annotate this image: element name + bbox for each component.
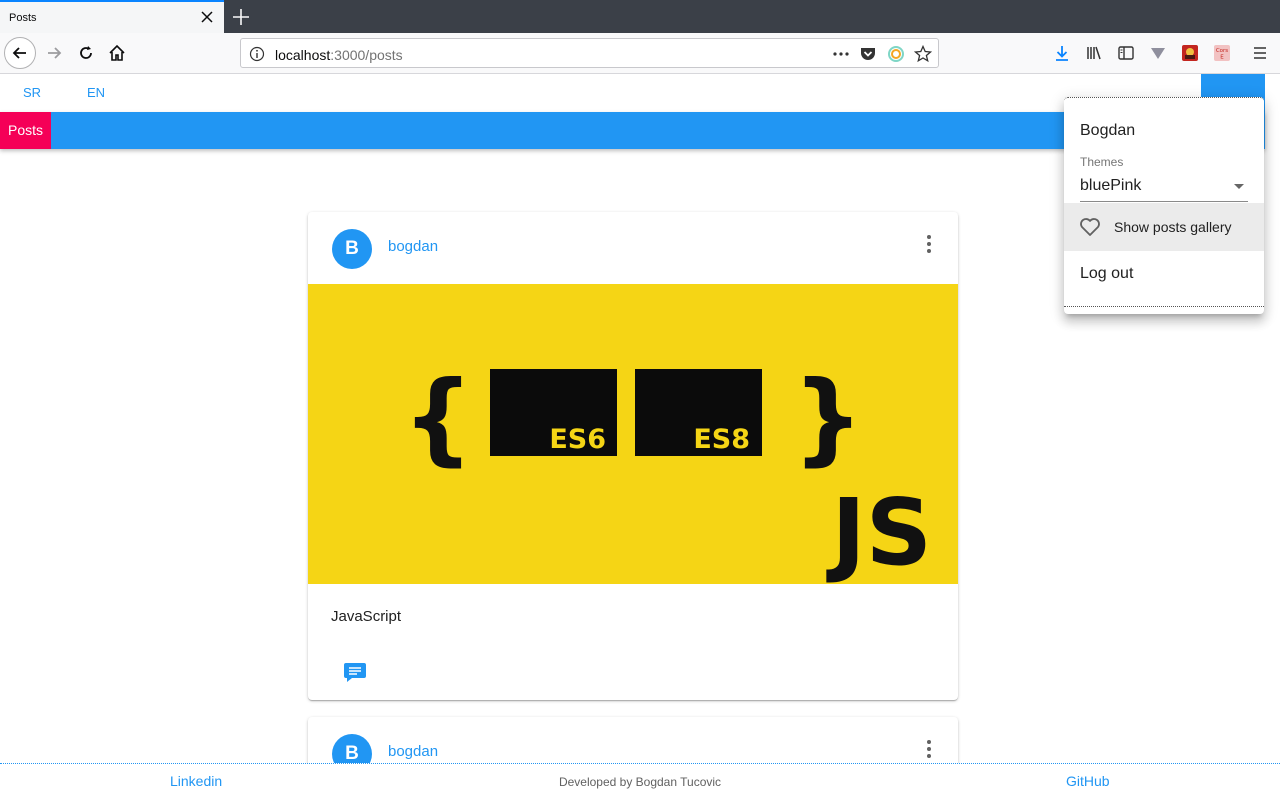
more-icon[interactable] bbox=[832, 45, 850, 63]
more-vert-icon bbox=[927, 740, 931, 758]
forward-button[interactable] bbox=[38, 37, 70, 69]
post-title: JavaScript bbox=[331, 608, 402, 625]
heart-icon bbox=[1079, 217, 1101, 237]
github-link[interactable]: GitHub bbox=[1066, 773, 1110, 789]
post-options-button[interactable] bbox=[918, 232, 940, 256]
extension-icon[interactable] bbox=[887, 45, 905, 63]
downloads-button[interactable] bbox=[1046, 37, 1078, 69]
svg-text:JS: JS bbox=[826, 479, 933, 584]
reload-button[interactable] bbox=[70, 37, 102, 69]
svg-text:ES6: ES6 bbox=[549, 424, 606, 455]
post-card: B bogdan { ES6 ES8 } JS JavaScript bbox=[308, 212, 958, 700]
plus-icon[interactable] bbox=[230, 6, 252, 28]
vpn-button[interactable] bbox=[1142, 37, 1174, 69]
extension-button[interactable] bbox=[1174, 37, 1206, 69]
menu-username: Bogdan bbox=[1080, 122, 1136, 139]
tab-title: Posts bbox=[9, 12, 37, 24]
sidebar-icon bbox=[1118, 46, 1134, 60]
more-vert-icon bbox=[927, 235, 931, 253]
home-button[interactable] bbox=[101, 37, 133, 69]
theme-select[interactable]: bluePink bbox=[1080, 171, 1248, 202]
tab-posts[interactable]: Posts bbox=[0, 112, 51, 149]
browser-tab-bar: Posts bbox=[0, 0, 1280, 33]
comments-button[interactable] bbox=[342, 660, 368, 684]
pocket-icon[interactable] bbox=[859, 45, 877, 63]
hamburger-icon bbox=[1254, 47, 1266, 59]
svg-text:ES8: ES8 bbox=[693, 424, 750, 455]
post-author[interactable]: bogdan bbox=[388, 743, 438, 760]
back-icon bbox=[12, 47, 26, 59]
language-sr-button[interactable]: SR bbox=[23, 85, 41, 100]
url-bar[interactable]: localhost:3000/posts bbox=[240, 38, 939, 68]
library-button[interactable] bbox=[1078, 37, 1110, 69]
theme-select-value: bluePink bbox=[1080, 177, 1142, 194]
comment-icon bbox=[344, 663, 366, 682]
browser-tab[interactable]: Posts bbox=[0, 0, 224, 33]
info-icon[interactable] bbox=[249, 46, 265, 62]
dropdown-arrow-icon bbox=[1234, 184, 1244, 189]
cors-button[interactable]: Cors E bbox=[1206, 37, 1238, 69]
star-icon[interactable] bbox=[913, 44, 933, 63]
language-en-button[interactable]: EN bbox=[87, 85, 105, 100]
library-icon bbox=[1087, 46, 1101, 60]
linkedin-link[interactable]: Linkedin bbox=[170, 773, 222, 789]
reload-icon bbox=[80, 46, 92, 59]
extension-icon bbox=[1182, 45, 1198, 61]
forward-icon bbox=[48, 47, 62, 59]
themes-label: Themes bbox=[1080, 155, 1124, 169]
menu-item-label: Show posts gallery bbox=[1114, 219, 1232, 235]
menu-item-label: Log out bbox=[1080, 265, 1134, 282]
home-icon bbox=[109, 44, 125, 61]
account-menu: Bogdan Themes bluePink Show posts galler… bbox=[1064, 97, 1264, 314]
footer: Developed by Bogdan Tucovic Linkedin Git… bbox=[0, 763, 1280, 800]
back-button[interactable] bbox=[4, 37, 36, 69]
svg-text:}: } bbox=[792, 359, 863, 476]
menu-item-logout[interactable]: Log out bbox=[1064, 254, 1264, 294]
vpn-icon bbox=[1151, 48, 1165, 59]
url-text[interactable]: localhost:3000/posts bbox=[275, 47, 403, 63]
post-author[interactable]: bogdan bbox=[388, 238, 438, 255]
svg-text:{: { bbox=[402, 359, 473, 476]
menu-button[interactable] bbox=[1244, 37, 1276, 69]
post-options-button[interactable] bbox=[918, 737, 940, 761]
cors-icon: Cors E bbox=[1214, 45, 1230, 61]
menu-divider bbox=[1064, 306, 1264, 307]
close-icon[interactable] bbox=[198, 8, 216, 26]
svg-text:Cors: Cors bbox=[1216, 48, 1228, 54]
menu-item-show-gallery[interactable]: Show posts gallery bbox=[1064, 203, 1264, 251]
browser-toolbar: localhost:3000/posts Cors E bbox=[0, 33, 1280, 74]
avatar[interactable]: B bbox=[332, 229, 372, 269]
svg-text:E: E bbox=[1220, 55, 1224, 61]
post-image[interactable]: { ES6 ES8 } JS bbox=[308, 284, 958, 584]
sidebar-button[interactable] bbox=[1110, 37, 1142, 69]
download-icon bbox=[1056, 46, 1068, 61]
